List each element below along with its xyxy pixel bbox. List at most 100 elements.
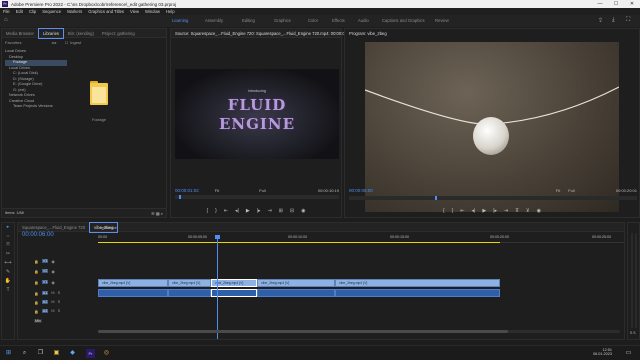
tab-bin[interactable]: Bin: (sending) — [64, 29, 98, 38]
track-label[interactable]: V3 — [41, 259, 49, 263]
track-select-tool-icon[interactable]: ⇔ — [2, 232, 14, 241]
workspace-color[interactable]: Color — [308, 18, 318, 23]
mute-icon[interactable]: M — [51, 291, 54, 295]
step-forward-icon[interactable]: |▸ — [257, 208, 261, 214]
audio-clip[interactable] — [257, 289, 335, 297]
type-tool-icon[interactable]: T — [2, 286, 14, 295]
workspace-captions[interactable]: Captions and Graphics — [382, 18, 425, 23]
step-back-icon[interactable]: ◂| — [472, 208, 476, 214]
program-fit-dropdown[interactable]: Fit — [556, 188, 560, 193]
mute-icon[interactable]: M — [51, 309, 54, 313]
source-playhead[interactable] — [179, 195, 181, 199]
premiere-taskbar-icon[interactable]: Pr — [86, 349, 95, 358]
video-clip[interactable]: vibe_2beg.mp4 [V] — [335, 279, 500, 287]
lock-icon[interactable]: 🔒 — [34, 280, 39, 285]
menu-edit[interactable]: Edit — [13, 8, 26, 15]
workspace-editing[interactable]: Editing — [242, 18, 255, 23]
fullscreen-icon[interactable]: ⛶ — [626, 17, 630, 24]
tab-program[interactable]: Program: vibe_2beg — [345, 29, 391, 38]
tab-libraries[interactable]: Libraries — [37, 27, 64, 39]
step-back-icon[interactable]: ◂| — [235, 208, 239, 214]
extract-icon[interactable]: ⊻ — [526, 208, 530, 214]
workspace-graphics[interactable]: Graphics — [274, 18, 291, 23]
video-clip[interactable]: vibe_2beg.mp4 [V] — [98, 279, 168, 287]
lock-icon[interactable]: 🔒 — [34, 291, 39, 296]
program-scrubber[interactable] — [349, 196, 637, 200]
workspace-learning[interactable]: Learning — [172, 18, 188, 23]
dropbox-icon[interactable]: ◆ — [68, 349, 77, 358]
menu-help[interactable]: Help — [163, 8, 178, 15]
mark-out-icon[interactable]: } — [215, 208, 217, 214]
tab-source[interactable]: Source: Squarespace_...Fluid_Engine 720:… — [171, 29, 357, 38]
lift-icon[interactable]: ⊼ — [515, 208, 519, 214]
mix-label[interactable]: Mix — [34, 319, 42, 323]
export-frame-icon[interactable]: ◉ — [301, 208, 305, 214]
scrollbar-thumb[interactable] — [98, 330, 508, 333]
track-label[interactable]: V1 — [41, 280, 49, 284]
timeline-timecode[interactable]: 00:00:06:00 — [22, 232, 54, 238]
slip-tool-icon[interactable]: ⟷ — [2, 259, 14, 268]
maximize-button[interactable]: ☐ — [608, 0, 624, 8]
track-label[interactable]: A2 — [41, 300, 49, 304]
go-to-out-icon[interactable]: ⇥ — [268, 208, 272, 214]
export-frame-icon[interactable]: ◉ — [537, 208, 541, 214]
menu-clip[interactable]: Clip — [26, 8, 39, 15]
timeline-scrollbar[interactable] — [98, 330, 620, 333]
mark-in-icon[interactable]: { — [206, 208, 208, 214]
work-area-bar[interactable] — [98, 242, 500, 243]
mark-out-icon[interactable]: } — [452, 208, 454, 214]
windows-start-icon[interactable]: ⊞ — [4, 349, 13, 358]
file-explorer-icon[interactable]: ▣ — [52, 349, 61, 358]
video-clip[interactable]: vibe_2beg.mp4 [V] — [257, 279, 335, 287]
go-to-in-icon[interactable]: ⇤ — [460, 208, 464, 214]
search-icon[interactable]: ⌕ — [20, 349, 29, 358]
nav-back-icon[interactable]: ◂ ▸ — [51, 40, 56, 45]
tab-sequence-1[interactable]: Squarespace_...Fluid_Engine 720 — [18, 223, 89, 232]
task-view-icon[interactable]: ❐ — [36, 349, 45, 358]
menu-markers[interactable]: Markers — [64, 8, 85, 15]
mute-icon[interactable]: M — [51, 300, 54, 304]
source-scrubber[interactable] — [175, 195, 339, 199]
play-icon[interactable]: ▶ — [246, 208, 250, 214]
workspace-assembly[interactable]: Assembly — [205, 18, 223, 23]
go-to-out-icon[interactable]: ⇥ — [504, 208, 508, 214]
quick-export-icon[interactable]: ⤓ — [612, 17, 615, 24]
favorites-dropdown[interactable]: Favorites — [5, 40, 21, 45]
eye-icon[interactable]: ◉ — [51, 280, 54, 285]
menu-graphics[interactable]: Graphics and Titles — [85, 8, 127, 15]
play-icon[interactable]: ▶ — [482, 208, 486, 214]
timeline-playhead[interactable] — [217, 237, 218, 339]
home-icon[interactable]: ⌂ — [4, 17, 8, 23]
ripple-edit-tool-icon[interactable]: ⤧ — [2, 241, 14, 250]
system-clock[interactable]: 12:51 06.01.2023 — [593, 348, 612, 356]
source-quality-dropdown[interactable]: Full — [259, 188, 265, 193]
share-icon[interactable]: ⇪ — [598, 17, 603, 24]
menu-window[interactable]: Window — [142, 8, 163, 15]
meter-solo-icon[interactable]: S S — [630, 331, 636, 335]
solo-icon[interactable]: S — [58, 309, 61, 313]
close-button[interactable]: ✕ — [624, 0, 640, 8]
workspace-effects[interactable]: Effects — [332, 18, 345, 23]
razor-tool-icon[interactable]: ✂ — [2, 250, 14, 259]
lock-icon[interactable]: 🔒 — [34, 269, 39, 274]
lock-icon[interactable]: 🔒 — [34, 300, 39, 305]
eye-icon[interactable]: ◉ — [51, 269, 54, 274]
workspace-audio[interactable]: Audio — [358, 18, 369, 23]
lock-icon[interactable]: 🔒 — [34, 259, 39, 264]
audio-clip[interactable] — [168, 289, 211, 297]
audio-clip[interactable] — [335, 289, 500, 297]
footer-icons[interactable]: ☰ ▦ ⌕ — [151, 211, 166, 216]
lock-icon[interactable]: 🔒 — [34, 309, 39, 314]
go-to-in-icon[interactable]: ⇤ — [224, 208, 228, 214]
program-playhead[interactable] — [435, 196, 437, 200]
video-clip[interactable]: vibe_2beg.mp4 [V] — [168, 279, 211, 287]
chrome-icon[interactable]: ◎ — [102, 349, 111, 358]
minimize-button[interactable]: — — [592, 0, 608, 8]
menu-view[interactable]: View — [127, 8, 142, 15]
overwrite-icon[interactable]: ⊟ — [290, 208, 294, 214]
tree-item[interactable]: Team Projects Versions — [5, 104, 67, 110]
mark-in-icon[interactable]: { — [443, 208, 445, 214]
solo-icon[interactable]: S — [58, 291, 61, 295]
track-label[interactable]: V2 — [41, 269, 49, 273]
selection-tool-icon[interactable]: ▸ — [2, 223, 14, 232]
